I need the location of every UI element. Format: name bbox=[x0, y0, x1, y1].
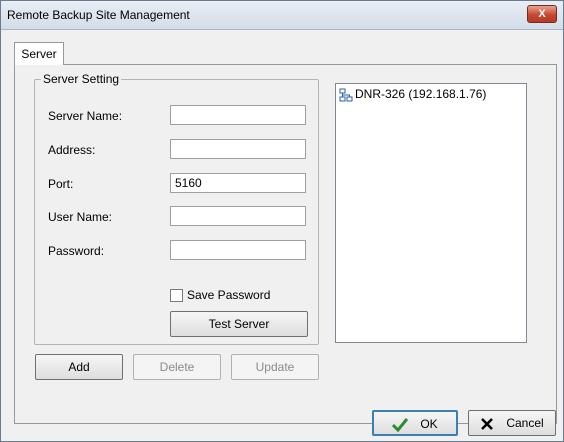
server-name-field[interactable] bbox=[170, 105, 306, 125]
dialog-window: Remote Backup Site Management X Server S… bbox=[0, 0, 564, 442]
dialog-body: Server Server Setting Server Name: Addre… bbox=[1, 30, 563, 441]
cancel-label: Cancel bbox=[506, 416, 544, 430]
close-button[interactable]: X bbox=[527, 5, 557, 23]
update-button[interactable]: Update bbox=[231, 354, 319, 380]
server-tab-panel: Server Setting Server Name: Address: Por… bbox=[14, 64, 557, 424]
user-name-field[interactable] bbox=[170, 206, 306, 226]
server-setting-group: Server Setting Server Name: Address: Por… bbox=[34, 72, 319, 345]
add-button[interactable]: Add bbox=[35, 354, 123, 380]
server-setting-legend: Server Setting bbox=[41, 72, 122, 86]
test-server-button[interactable]: Test Server bbox=[170, 311, 308, 337]
ok-label: OK bbox=[420, 417, 438, 431]
address-label: Address: bbox=[48, 143, 96, 157]
cancel-button[interactable]: Cancel bbox=[468, 410, 556, 436]
save-password-label[interactable]: Save Password bbox=[187, 288, 270, 302]
title-bar[interactable]: Remote Backup Site Management X bbox=[1, 1, 563, 30]
delete-button[interactable]: Delete bbox=[133, 354, 221, 380]
ok-button[interactable]: OK bbox=[372, 410, 458, 436]
password-label: Password: bbox=[48, 244, 105, 258]
checkmark-icon bbox=[392, 417, 409, 432]
password-field[interactable] bbox=[170, 240, 306, 260]
server-list[interactable]: DNR-326 (192.168.1.76) bbox=[335, 83, 527, 343]
tab-server[interactable]: Server bbox=[14, 42, 64, 65]
network-icon bbox=[339, 88, 353, 102]
close-icon: X bbox=[538, 8, 546, 20]
port-label: Port: bbox=[48, 177, 74, 191]
server-list-item[interactable]: DNR-326 (192.168.1.76) bbox=[339, 87, 486, 102]
port-field[interactable] bbox=[170, 173, 306, 193]
server-name-label: Server Name: bbox=[48, 109, 123, 123]
server-list-item-label: DNR-326 (192.168.1.76) bbox=[355, 87, 487, 101]
address-field[interactable] bbox=[170, 139, 306, 159]
save-password-checkbox[interactable] bbox=[170, 289, 183, 302]
user-name-label: User Name: bbox=[48, 210, 113, 224]
x-icon bbox=[481, 417, 494, 430]
window-title: Remote Backup Site Management bbox=[7, 8, 190, 22]
